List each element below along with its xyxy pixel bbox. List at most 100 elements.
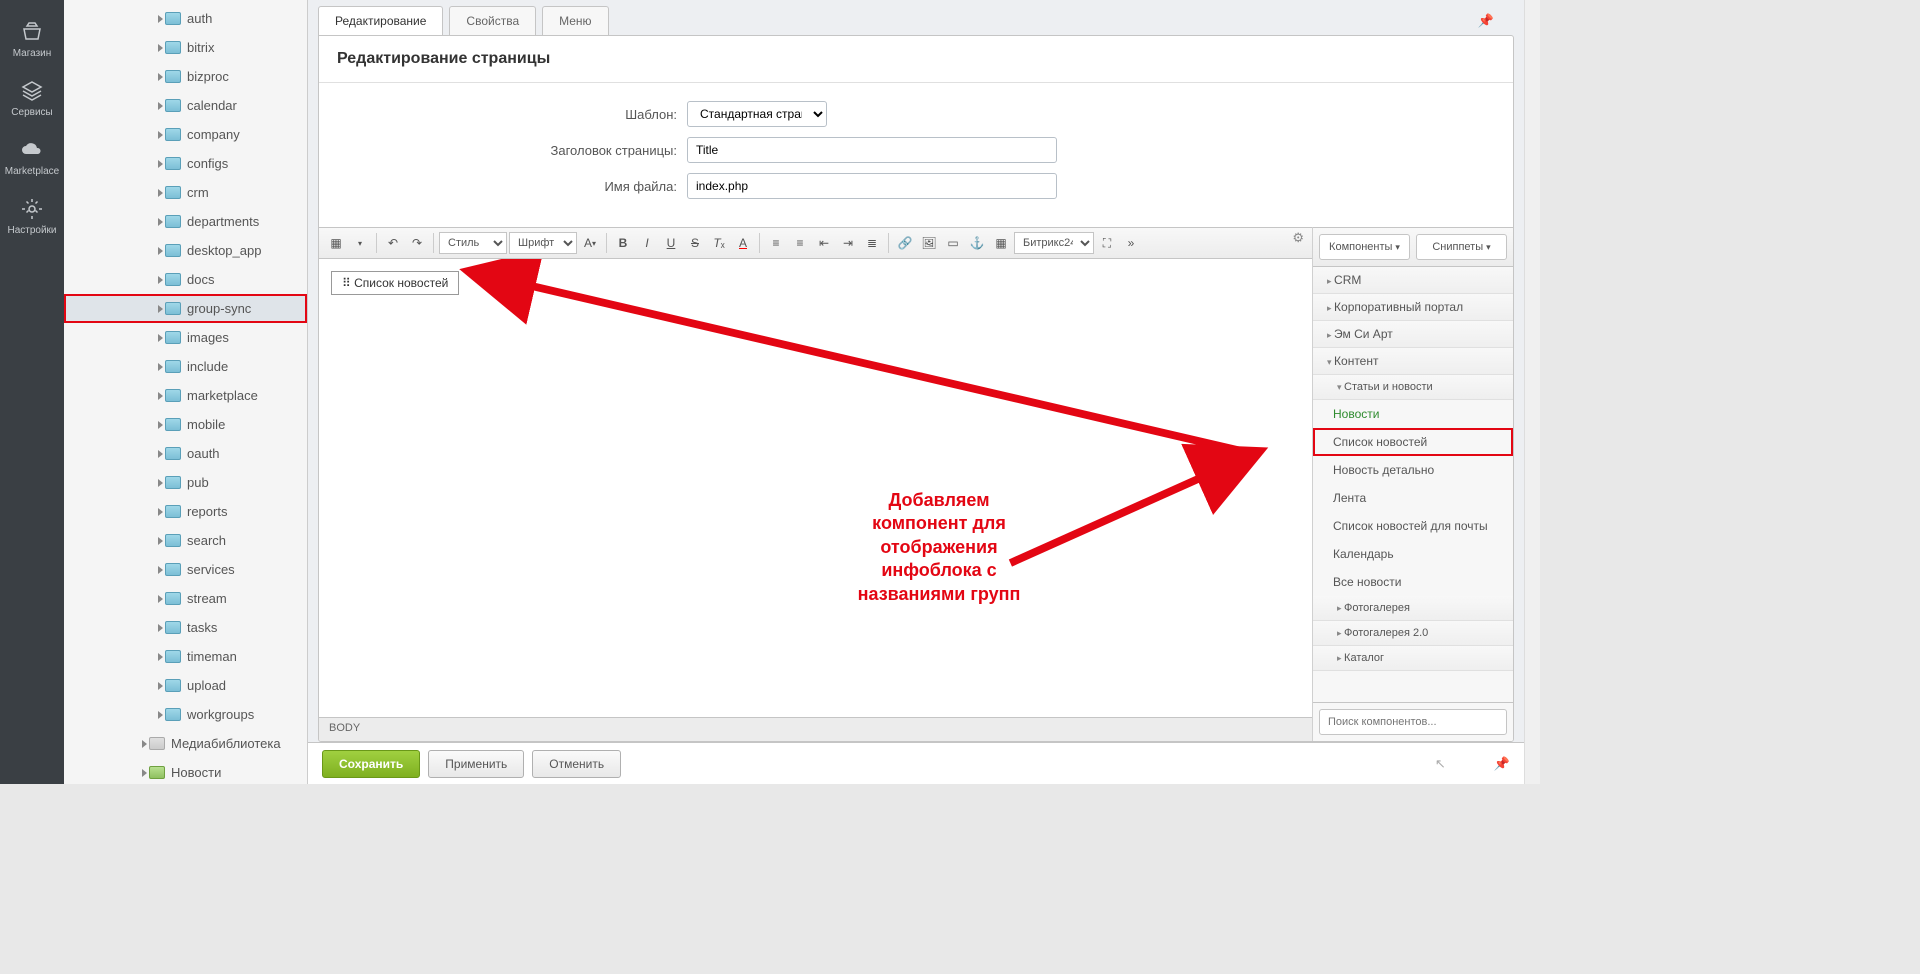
comp-leaf[interactable]: Календарь — [1313, 540, 1513, 568]
style-select[interactable]: Стиль — [439, 232, 507, 254]
indent-icon[interactable]: ⇥ — [837, 232, 859, 254]
comp-group[interactable]: Эм Си Арт — [1313, 321, 1513, 348]
anchor-icon[interactable]: ⚓ — [966, 232, 988, 254]
folder-icon — [149, 766, 165, 779]
tab-menu[interactable]: Меню — [542, 6, 608, 35]
folder-oauth[interactable]: oauth — [64, 439, 307, 468]
comp-group[interactable]: CRM — [1313, 267, 1513, 294]
folder-icon — [165, 708, 181, 721]
ul-icon[interactable]: ≡ — [789, 232, 811, 254]
folder-docs[interactable]: docs — [64, 265, 307, 294]
folder-pub[interactable]: pub — [64, 468, 307, 497]
folder-icon — [165, 244, 181, 257]
folder-services[interactable]: services — [64, 555, 307, 584]
tab-components[interactable]: Компоненты — [1319, 234, 1410, 260]
bold-icon[interactable]: B — [612, 232, 634, 254]
outdent-icon[interactable]: ⇤ — [813, 232, 835, 254]
folder-stream[interactable]: stream — [64, 584, 307, 613]
link-icon[interactable]: 🔗 — [894, 232, 916, 254]
nav-store[interactable]: Магазин — [13, 20, 52, 59]
folder-include[interactable]: include — [64, 352, 307, 381]
left-nav: Магазин Сервисы Marketplace Настройки — [0, 0, 64, 784]
folder-tasks[interactable]: tasks — [64, 613, 307, 642]
folder-bitrix[interactable]: bitrix — [64, 33, 307, 62]
comp-leaf[interactable]: Лента — [1313, 484, 1513, 512]
scrollbar[interactable] — [1524, 0, 1540, 784]
folder-calendar[interactable]: calendar — [64, 91, 307, 120]
pin-icon[interactable]: 📌 — [1478, 13, 1514, 29]
more-icon[interactable]: » — [1120, 232, 1142, 254]
comp-sub[interactable]: Каталог — [1313, 646, 1513, 671]
folder-upload[interactable]: upload — [64, 671, 307, 700]
tab-properties[interactable]: Свойства — [449, 6, 536, 35]
components-tree[interactable]: CRMКорпоративный порталЭм Си АртКонтентС… — [1313, 267, 1513, 702]
folder-icon — [165, 679, 181, 692]
folder-auth[interactable]: auth — [64, 4, 307, 33]
cancel-button[interactable]: Отменить — [532, 750, 621, 778]
folder-icon — [165, 273, 181, 286]
table-icon[interactable]: ▦ — [990, 232, 1012, 254]
folder-images[interactable]: images — [64, 323, 307, 352]
folder-marketplace[interactable]: marketplace — [64, 381, 307, 410]
status-bar: BODY — [319, 717, 1312, 741]
comp-group[interactable]: Корпоративный портал — [1313, 294, 1513, 321]
underline-icon[interactable]: U — [660, 232, 682, 254]
folder-Новости[interactable]: Новости — [64, 758, 307, 784]
comp-leaf[interactable]: Новости — [1313, 400, 1513, 428]
folder-timeman[interactable]: timeman — [64, 642, 307, 671]
scheme-select[interactable]: Битрикс24 - ... — [1014, 232, 1094, 254]
fullscreen-icon[interactable]: ⛶ — [1096, 232, 1118, 254]
folder-configs[interactable]: configs — [64, 149, 307, 178]
apply-button[interactable]: Применить — [428, 750, 524, 778]
nav-marketplace[interactable]: Marketplace — [5, 138, 59, 177]
folder-crm[interactable]: crm — [64, 178, 307, 207]
nav-services[interactable]: Сервисы — [11, 79, 52, 118]
title-input[interactable] — [687, 137, 1057, 163]
view-mode-icon[interactable]: ▦ — [325, 232, 347, 254]
comp-sub[interactable]: Фотогалерея — [1313, 596, 1513, 621]
folder-company[interactable]: company — [64, 120, 307, 149]
tab-snippets[interactable]: Сниппеты — [1416, 234, 1507, 260]
folder-group-sync[interactable]: group-sync — [64, 294, 307, 323]
strike-icon[interactable]: S — [684, 232, 706, 254]
comp-leaf[interactable]: Все новости — [1313, 568, 1513, 596]
folder-desktop_app[interactable]: desktop_app — [64, 236, 307, 265]
tab-edit[interactable]: Редактирование — [318, 6, 443, 35]
color-icon[interactable]: A — [732, 232, 754, 254]
component-news-list[interactable]: ⠿ Список новостей — [331, 271, 459, 295]
image-icon[interactable]: 🖼 — [918, 232, 940, 254]
align-icon[interactable]: ≣ — [861, 232, 883, 254]
comp-group-content[interactable]: Контент — [1313, 348, 1513, 375]
comp-sub[interactable]: Фотогалерея 2.0 — [1313, 621, 1513, 646]
italic-icon[interactable]: I — [636, 232, 658, 254]
view-dd-icon[interactable]: ▾ — [349, 232, 371, 254]
folder-reports[interactable]: reports — [64, 497, 307, 526]
folder-tree[interactable]: authbitrixbizproccalendarcompanyconfigsc… — [64, 0, 308, 784]
folder-workgroups[interactable]: workgroups — [64, 700, 307, 729]
undo-icon[interactable]: ↶ — [382, 232, 404, 254]
redo-icon[interactable]: ↷ — [406, 232, 428, 254]
folder-departments[interactable]: departments — [64, 207, 307, 236]
components-search-input[interactable] — [1319, 709, 1507, 735]
font-size-icon[interactable]: A▾ — [579, 232, 601, 254]
folder-mobile[interactable]: mobile — [64, 410, 307, 439]
filename-input[interactable] — [687, 173, 1057, 199]
folder-icon — [149, 737, 165, 750]
comp-leaf[interactable]: Новость детально — [1313, 456, 1513, 484]
ol-icon[interactable]: ≡ — [765, 232, 787, 254]
editor-canvas[interactable]: ⠿ Список новостей Добавляем компонент дл… — [319, 259, 1312, 717]
folder-Медиабиблиотека[interactable]: Медиабиблиотека — [64, 729, 307, 758]
clearformat-icon[interactable]: Tₓ — [708, 232, 730, 254]
template-select[interactable]: Стандартная страница — [687, 101, 827, 127]
font-select[interactable]: Шрифт — [509, 232, 577, 254]
folder-search[interactable]: search — [64, 526, 307, 555]
nav-settings[interactable]: Настройки — [7, 197, 56, 236]
comp-leaf[interactable]: Список новостей для почты — [1313, 512, 1513, 540]
video-icon[interactable]: ▭ — [942, 232, 964, 254]
toolbar-gear-icon[interactable]: ⚙ — [1292, 230, 1304, 246]
comp-sub-articles[interactable]: Статьи и новости — [1313, 375, 1513, 400]
folder-bizproc[interactable]: bizproc — [64, 62, 307, 91]
footer-pin-icon[interactable]: 📌 — [1494, 756, 1510, 772]
save-button[interactable]: Сохранить — [322, 750, 420, 778]
comp-leaf[interactable]: Список новостей — [1313, 428, 1513, 456]
